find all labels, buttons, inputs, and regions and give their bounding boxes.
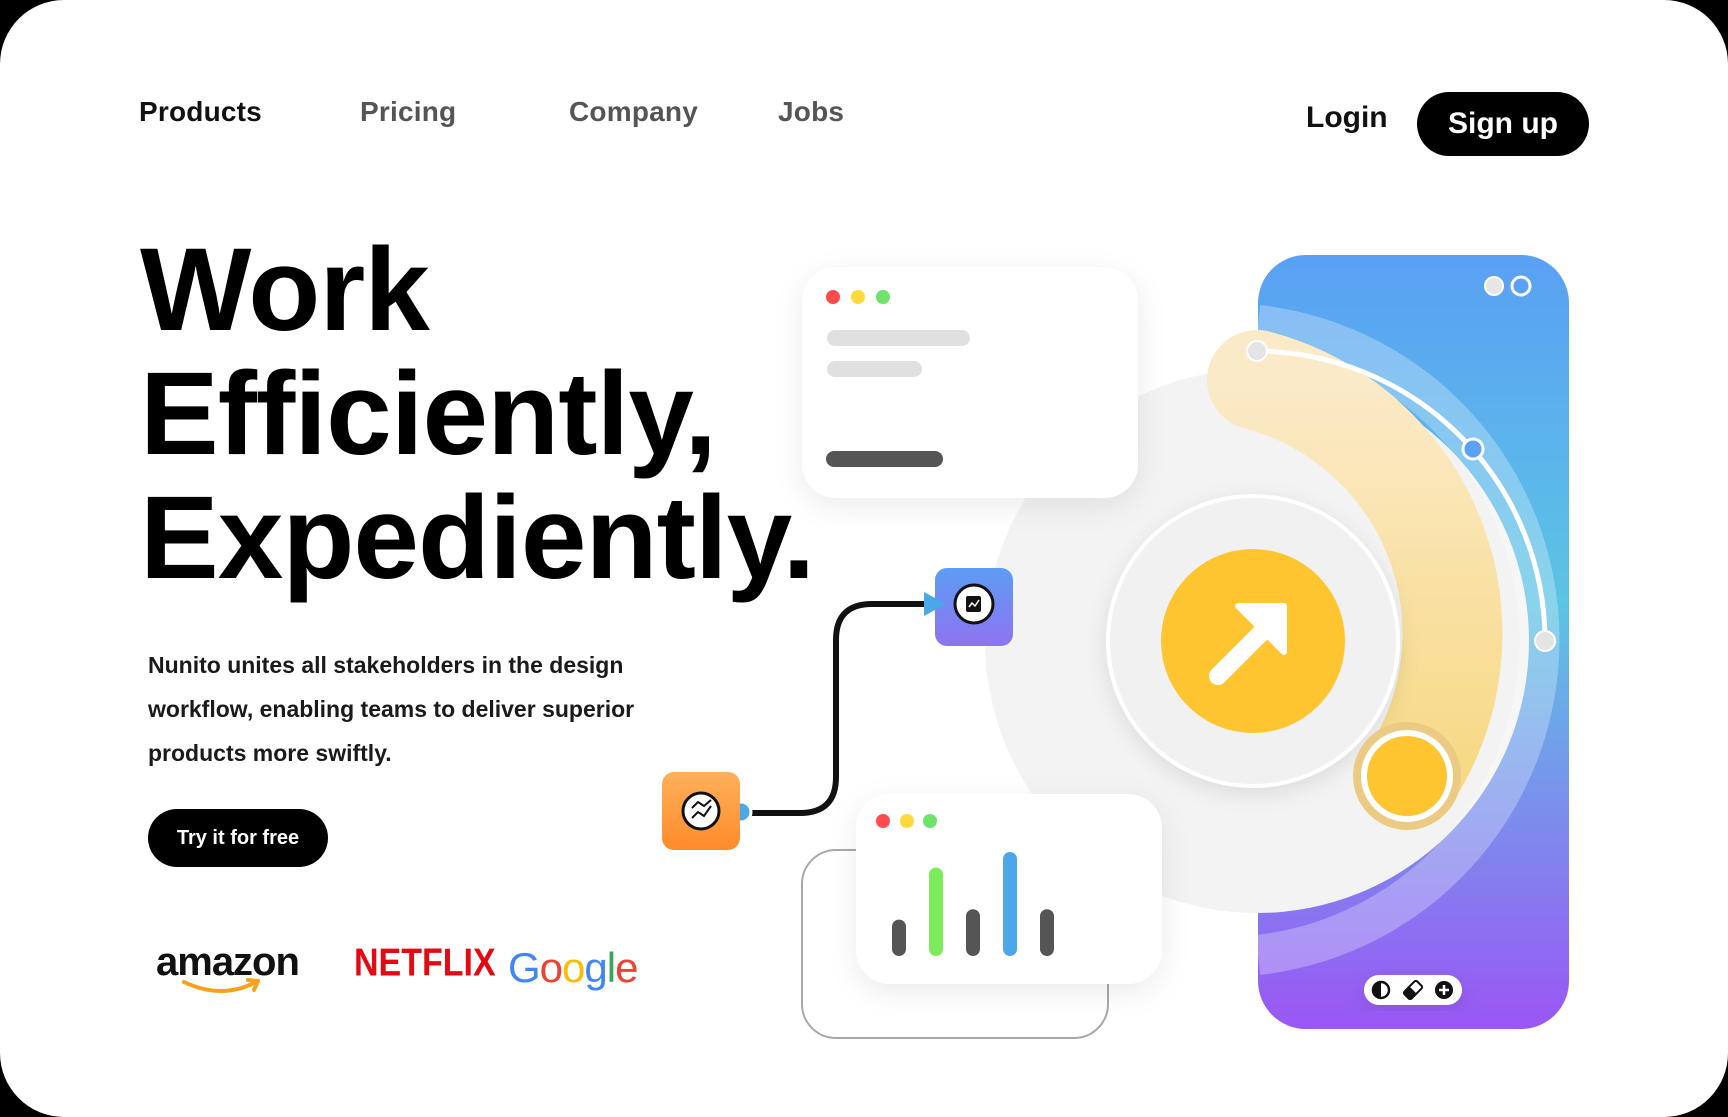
phone-dot-1 — [1484, 276, 1504, 296]
text-line-2 — [827, 361, 922, 377]
document-chart-icon — [953, 583, 995, 625]
small-yellow-dot — [1367, 736, 1447, 816]
page-frame: Products Pricing Company Jobs Login Sign… — [0, 0, 1728, 1117]
plus-icon — [1435, 981, 1453, 999]
hero-illustration — [662, 255, 1569, 1039]
timeline-point-1 — [1246, 340, 1268, 362]
timeline-point-3 — [1534, 630, 1556, 652]
chart-bar — [1003, 852, 1017, 956]
contrast-icon — [1371, 980, 1391, 1000]
text-line-3 — [826, 451, 943, 467]
chart-dot-red — [876, 814, 890, 828]
window-dot-yellow — [851, 290, 865, 304]
chart-bar — [966, 909, 980, 956]
chart-bar — [929, 867, 943, 956]
timeline-point-2 — [1461, 437, 1485, 461]
window-dot-red — [826, 290, 840, 304]
chart-bar — [892, 919, 906, 956]
phone-dot-2 — [1510, 275, 1532, 297]
chart-dot-yellow — [900, 814, 914, 828]
chart-dot-green — [923, 814, 937, 828]
connector-line — [738, 601, 939, 816]
trending-icon — [681, 791, 721, 831]
text-line-1 — [827, 330, 970, 346]
chart-bar — [1040, 909, 1054, 956]
window-dot-green — [876, 290, 890, 304]
